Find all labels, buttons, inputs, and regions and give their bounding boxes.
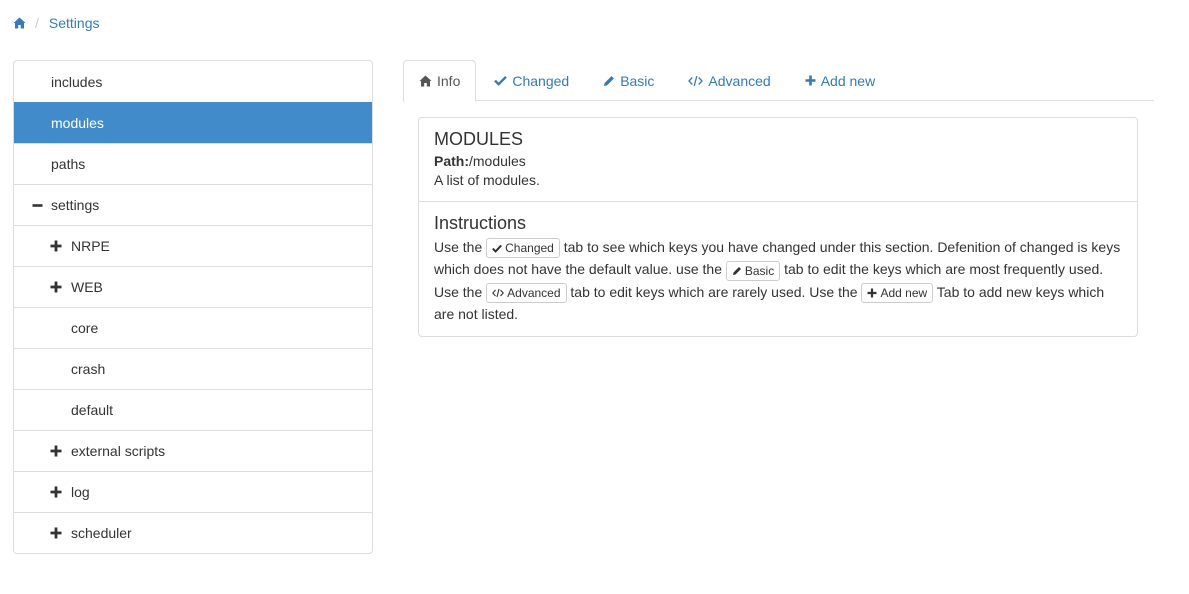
tab-label: Add new <box>820 72 876 89</box>
changed-chip-label: Changed <box>505 241 554 256</box>
plus-icon <box>805 75 816 86</box>
add-new-chip-label: Add new <box>880 285 928 300</box>
section-title: MODULES <box>434 129 524 149</box>
tree-item-paths[interactable]: paths <box>14 143 372 184</box>
tab-bar: Info Changed Basic Advanced Add new <box>403 60 1154 102</box>
code-icon <box>688 75 704 87</box>
collapse-icon[interactable] <box>31 199 43 211</box>
tab-label: Info <box>437 73 461 89</box>
plus-icon <box>867 288 877 298</box>
tree-item-label: external scripts <box>71 443 166 459</box>
tree-item-label: modules <box>51 115 104 131</box>
breadcrumb: / Settings <box>12 14 99 32</box>
tab-label: Basic <box>620 72 655 89</box>
basic-chip[interactable]: Basic <box>725 260 781 281</box>
instructions-text-1: Use the <box>434 239 487 255</box>
expand-icon[interactable] <box>50 445 62 457</box>
module-info-section: MODULES Path:/modules A list of modules. <box>419 118 1137 201</box>
check-icon <box>492 244 503 253</box>
tree-item-label: log <box>71 484 90 500</box>
pencil-icon <box>603 75 615 87</box>
home-icon <box>419 75 432 87</box>
breadcrumb-separator: / <box>35 15 39 31</box>
changed-chip[interactable]: Changed <box>486 238 560 259</box>
tree-item-log[interactable]: log <box>14 471 372 512</box>
tree-item-includes[interactable]: includes <box>14 61 372 102</box>
path-label: Path: <box>434 153 469 169</box>
settings-tree: includes modules paths settings NRPE WEB core c… <box>13 60 373 554</box>
tab-basic[interactable]: Basic <box>587 60 670 101</box>
expand-icon[interactable] <box>50 486 62 498</box>
tree-item-label: settings <box>51 197 100 213</box>
tree-item-nrpe[interactable]: NRPE <box>14 225 372 266</box>
tree-item-core[interactable]: core <box>14 307 372 348</box>
basic-chip-label: Basic <box>744 263 775 278</box>
instructions-section: Instructions Use the Changed tab to see … <box>419 201 1137 336</box>
tree-item-label: crash <box>71 361 106 377</box>
tree-item-label: default <box>71 402 114 418</box>
breadcrumb-settings[interactable]: Settings <box>49 15 100 31</box>
pencil-icon <box>732 266 742 276</box>
expand-icon[interactable] <box>50 240 62 252</box>
expand-icon[interactable] <box>50 281 62 293</box>
tree-item-web[interactable]: WEB <box>14 266 372 307</box>
tree-item-crash[interactable]: crash <box>14 348 372 389</box>
tree-item-label: NRPE <box>71 238 110 254</box>
expand-icon[interactable] <box>50 527 62 539</box>
tree-item-label: paths <box>51 156 86 172</box>
tree-item-label: includes <box>51 73 103 90</box>
add-new-chip[interactable]: Add new <box>861 282 934 303</box>
info-panel: MODULES Path:/modules A list of modules.… <box>418 117 1138 337</box>
tab-changed[interactable]: Changed <box>478 60 585 101</box>
tab-label: Changed <box>512 72 570 89</box>
instructions-text-4: tab to edit keys which are rarely used. … <box>566 283 862 300</box>
tab-advanced[interactable]: Advanced <box>672 60 786 101</box>
code-icon <box>492 288 505 298</box>
check-icon <box>494 75 508 86</box>
tree-item-scheduler[interactable]: scheduler <box>14 512 372 553</box>
path-value: /modules <box>469 153 526 169</box>
tree-item-modules[interactable]: modules <box>14 102 372 143</box>
tree-item-label: core <box>71 320 99 336</box>
tab-add-new[interactable]: Add new <box>789 60 891 101</box>
tab-label: Advanced <box>708 72 771 89</box>
tree-item-external-scripts[interactable]: external scripts <box>14 430 372 471</box>
home-icon[interactable] <box>12 16 26 30</box>
path-line: Path:/modules <box>434 152 1122 171</box>
advanced-chip[interactable]: Advanced <box>486 282 567 303</box>
instructions-text: Use the Changed tab to see which keys yo… <box>434 236 1122 325</box>
section-description: A list of modules. <box>434 172 540 188</box>
advanced-chip-label: Advanced <box>507 285 561 300</box>
instructions-title: Instructions <box>434 213 527 233</box>
tree-item-label: WEB <box>71 279 103 295</box>
tree-item-label: scheduler <box>71 525 132 541</box>
tree-item-default[interactable]: default <box>14 389 372 430</box>
tree-item-settings[interactable]: settings <box>14 184 372 225</box>
tab-info[interactable]: Info <box>403 60 477 102</box>
